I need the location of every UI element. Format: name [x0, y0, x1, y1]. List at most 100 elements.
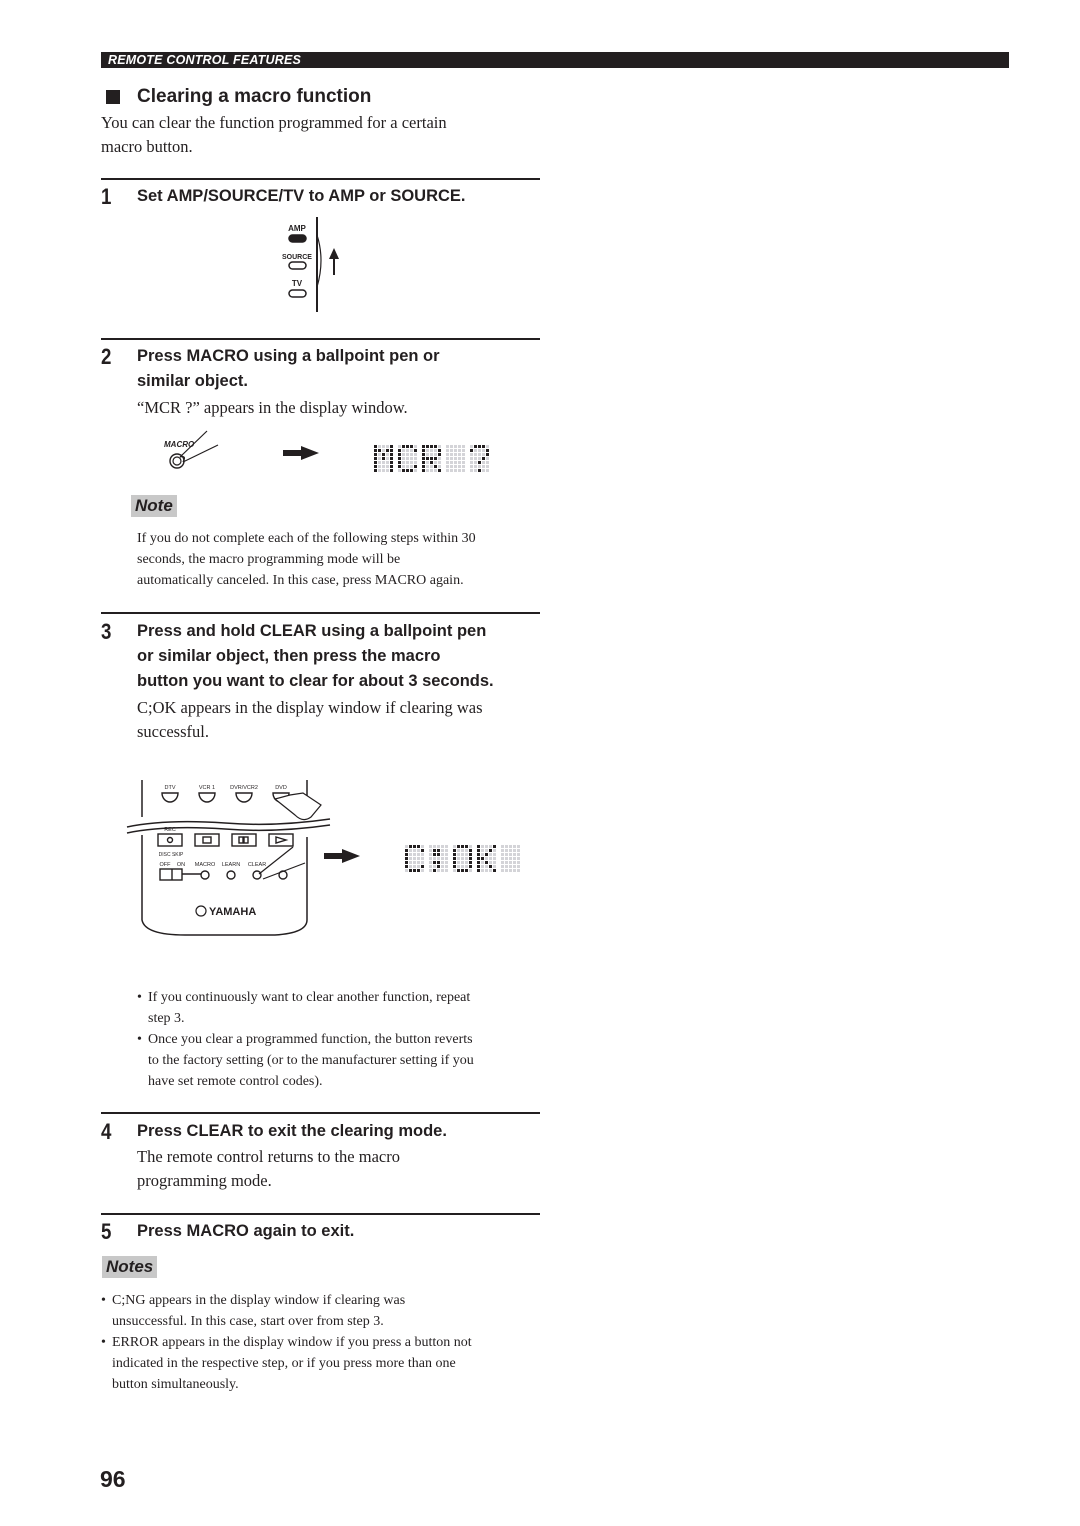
- step-body: C;OK appears in the display window if cl…: [137, 696, 542, 743]
- intro-line: macro button.: [101, 136, 193, 156]
- play-button: [268, 833, 294, 847]
- button-label-dtv: DTV: [165, 785, 176, 791]
- step-number: 4: [101, 1119, 112, 1144]
- step-heading-line: or similar object, then press the macro: [137, 647, 441, 665]
- step-number: 3: [101, 619, 112, 644]
- button-label-dvd: DVD: [275, 785, 287, 791]
- notes-line: indicated in the respective step, or if …: [112, 1356, 456, 1371]
- step-body: The remote control returns to the macro …: [137, 1145, 542, 1192]
- switch-label-off: OFF: [160, 862, 172, 868]
- step-divider: [101, 178, 540, 180]
- section-intro: You can clear the function programmed fo…: [101, 111, 541, 158]
- bullet-line: step 3.: [148, 1011, 185, 1026]
- step-divider: [101, 1213, 540, 1215]
- step-heading: Set AMP/SOURCE/TV to AMP or SOURCE.: [137, 187, 466, 205]
- note-badge: Note: [131, 495, 177, 517]
- dot-matrix-display-mcr: [374, 445, 489, 472]
- step-heading: Press MACRO using a ballpoint pen or sim…: [137, 344, 547, 394]
- switch-label-amp: AMP: [288, 224, 306, 233]
- step-body: “MCR ?” appears in the display window.: [137, 398, 408, 417]
- step-number: 1: [101, 184, 112, 209]
- section-header-label: REMOTE CONTROL FEATURES: [108, 53, 302, 67]
- button-label-learn: LEARN: [222, 862, 240, 868]
- step-number: 5: [101, 1219, 112, 1244]
- dot-matrix-char: [453, 845, 472, 872]
- step3-bullet-list: If you continuously want to clear anothe…: [137, 987, 547, 1092]
- bullet-item: Once you clear a programmed function, th…: [137, 1029, 547, 1092]
- button-label-macro: MACRO: [195, 862, 216, 868]
- step-heading-line: similar object.: [137, 372, 248, 390]
- bullet-line: If you continuously want to clear anothe…: [148, 990, 471, 1005]
- section-header-bar: REMOTE CONTROL FEATURES: [101, 52, 1009, 68]
- yamaha-brand-text: YAMAHA: [209, 906, 256, 918]
- dot-matrix-char: [374, 445, 393, 472]
- yamaha-tuning-fork-icon: [195, 905, 207, 917]
- notes-line: ERROR appears in the display window if y…: [112, 1335, 472, 1350]
- bullet-item: If you continuously want to clear anothe…: [137, 987, 547, 1029]
- step-heading-line: button you want to clear for about 3 sec…: [137, 672, 494, 690]
- notes-line: unsuccessful. In this case, start over f…: [112, 1314, 384, 1329]
- stop-button: [194, 833, 220, 847]
- dot-matrix-char: [422, 445, 441, 472]
- bullet-line: to the factory setting (or to the manufa…: [148, 1053, 474, 1068]
- section-title: Clearing a macro function: [106, 86, 371, 108]
- button-label-disc-skip: DISC SKIP: [159, 852, 184, 858]
- switch-label-source: SOURCE: [282, 254, 312, 261]
- dot-matrix-char: [398, 445, 417, 472]
- clear-button: [252, 870, 262, 880]
- note-text: If you do not complete each of the follo…: [137, 528, 547, 591]
- notes-line: C;NG appears in the display window if cl…: [112, 1293, 406, 1308]
- finger-icon: [273, 792, 322, 821]
- step-heading: Press MACRO again to exit.: [137, 1222, 355, 1240]
- switch-position-tv: [288, 289, 307, 298]
- dot-matrix-char: [446, 445, 465, 472]
- switch-position-source: [288, 261, 307, 270]
- dot-matrix-display-cok: [405, 845, 520, 872]
- section-title-text: Clearing a macro function: [137, 86, 372, 107]
- switch-label-tv: TV: [292, 279, 303, 288]
- step-heading-line: Press and hold CLEAR using a ballpoint p…: [137, 622, 487, 640]
- note-line: automatically canceled. In this case, pr…: [137, 573, 464, 588]
- step-divider: [101, 612, 540, 614]
- right-arrow-icon: [283, 446, 319, 460]
- source-button-vcr1: [198, 792, 216, 803]
- notes-line: button simultaneously.: [112, 1377, 239, 1392]
- step-heading: Press and hold CLEAR using a ballpoint p…: [137, 619, 547, 694]
- step-divider: [101, 338, 540, 340]
- dot-matrix-char: [429, 845, 448, 872]
- remote-control-figure: DTV VCR 1 DVR/VCR2 DVD REC DISC SKIP OFF…: [126, 780, 331, 936]
- bullet-line: have set remote control codes).: [148, 1074, 323, 1089]
- note-line: If you do not complete each of the follo…: [137, 531, 476, 546]
- step-heading: Press CLEAR to exit the clearing mode.: [137, 1122, 447, 1140]
- intro-line: You can clear the function programmed fo…: [101, 113, 447, 132]
- notes-item: C;NG appears in the display window if cl…: [101, 1290, 551, 1332]
- macro-button-press-figure: MACRO: [164, 430, 219, 469]
- button-label-rec: REC: [164, 827, 176, 833]
- button-label-vcr1: VCR 1: [199, 785, 215, 791]
- step-heading-line: Press MACRO using a ballpoint pen or: [137, 347, 440, 365]
- page-number: 96: [100, 1466, 126, 1492]
- macro-button: [200, 870, 210, 880]
- power-switch: [159, 868, 183, 881]
- step-number: 2: [101, 344, 112, 369]
- dot-matrix-char: [477, 845, 496, 872]
- notes-item: ERROR appears in the display window if y…: [101, 1332, 551, 1395]
- note-line: seconds, the macro programming mode will…: [137, 552, 401, 567]
- dot-matrix-char: [501, 845, 520, 872]
- learn-button: [226, 870, 236, 880]
- step-body-line: C;OK appears in the display window if cl…: [137, 698, 483, 717]
- button-label-dvr-vcr2: DVR/VCR2: [230, 785, 258, 791]
- switch-position-amp: [288, 234, 307, 243]
- amp-source-tv-switch-figure: AMP SOURCE TV: [282, 217, 339, 312]
- source-button-dtv: [161, 792, 179, 803]
- dot-matrix-char: [405, 845, 424, 872]
- notes-list: C;NG appears in the display window if cl…: [101, 1290, 551, 1395]
- up-arrow-icon: [329, 248, 339, 275]
- source-button-dvr-vcr2: [235, 792, 253, 803]
- switch-label-on: ON: [177, 862, 185, 868]
- bullet-line: Once you clear a programmed function, th…: [148, 1032, 473, 1047]
- step-body-line: The remote control returns to the macro: [137, 1147, 400, 1166]
- step-divider: [101, 1112, 540, 1114]
- step-body-line: successful.: [137, 721, 209, 741]
- button-label-clear: CLEAR: [248, 862, 266, 868]
